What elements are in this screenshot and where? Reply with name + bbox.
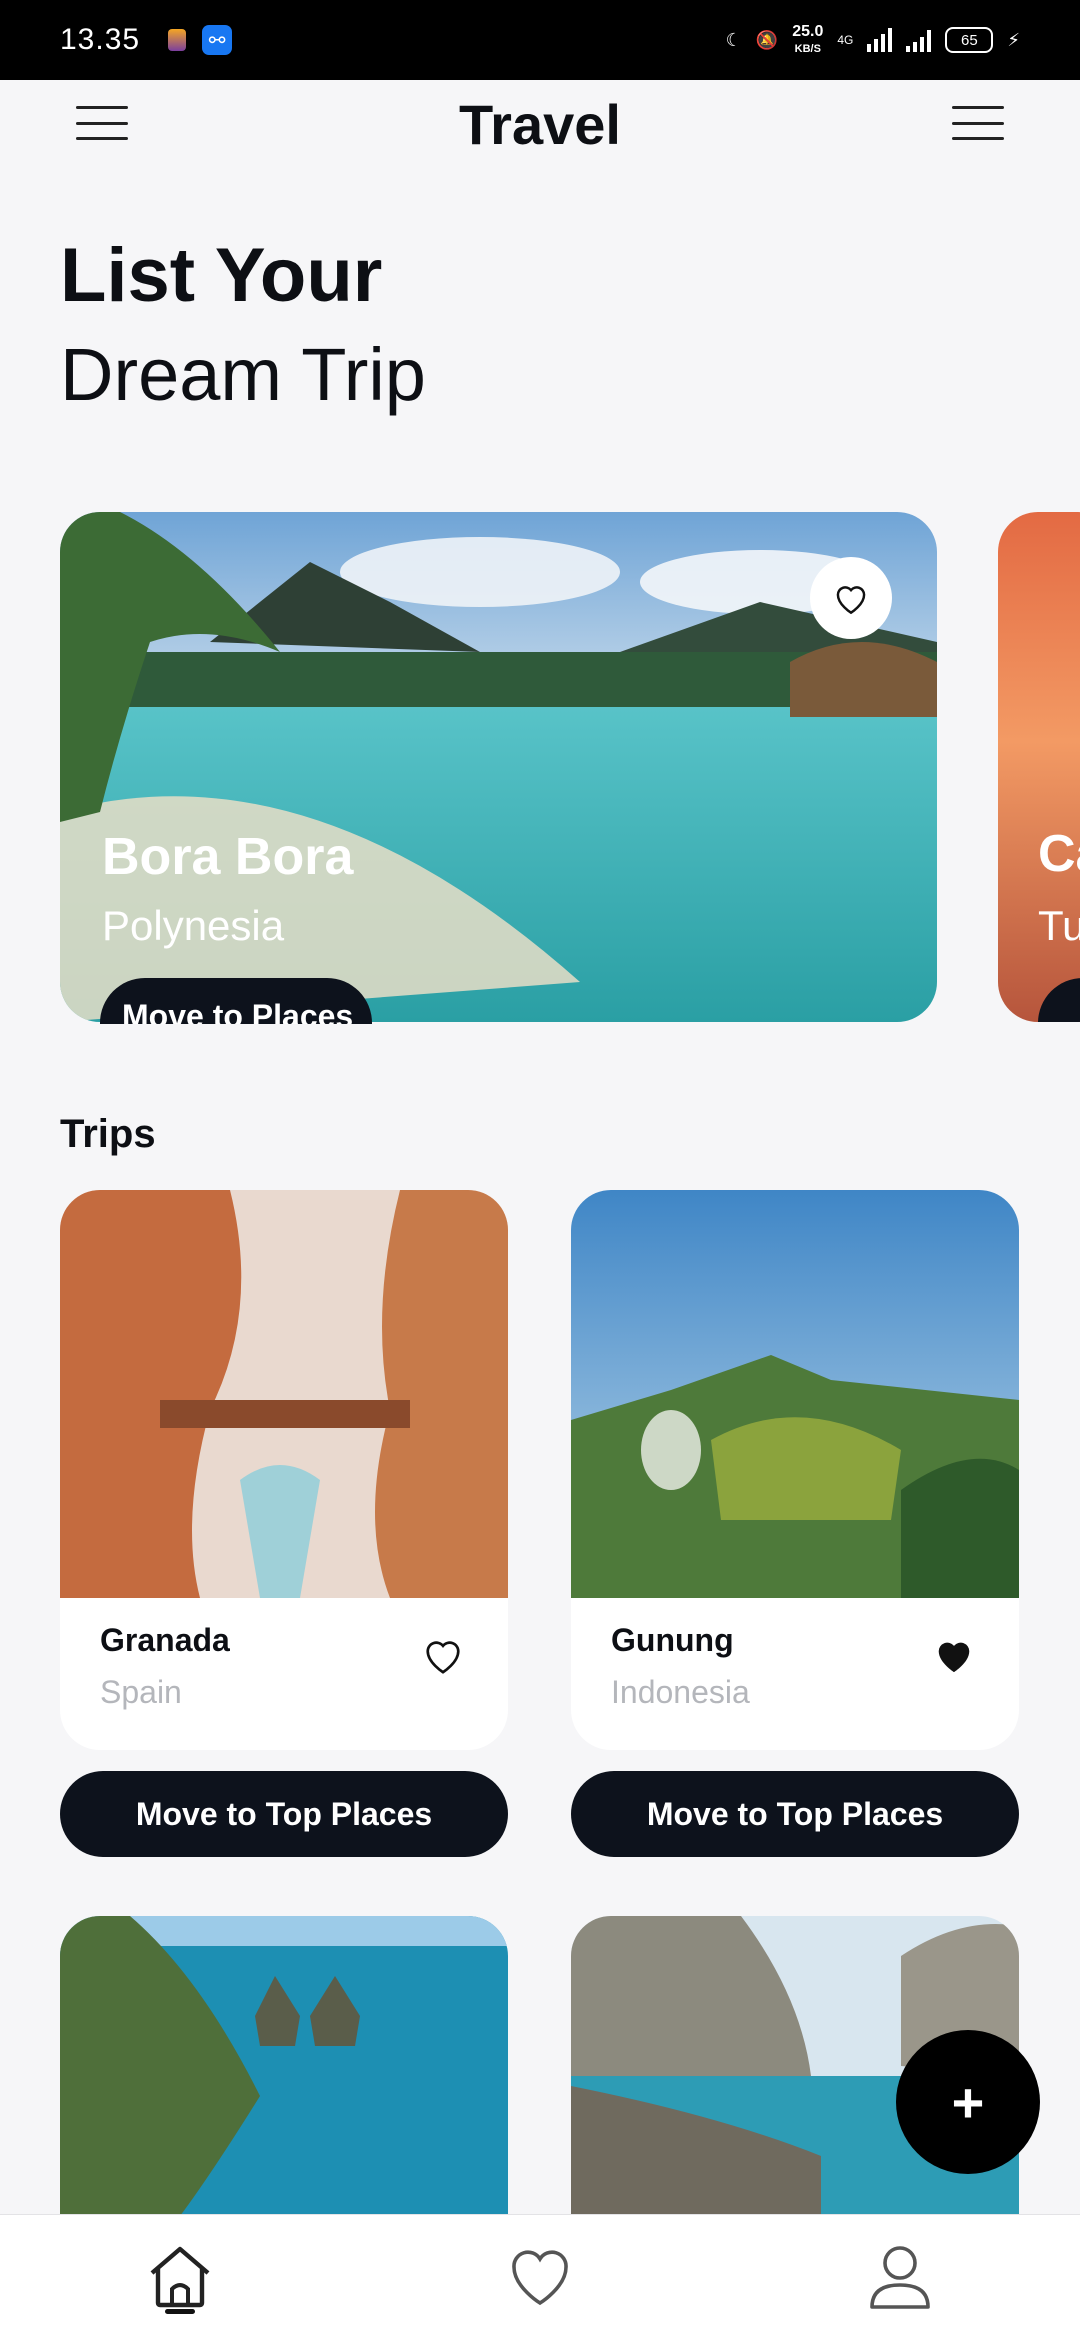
move-to-top-places-button[interactable]: Move to Top Places	[60, 1771, 508, 1857]
hero-subtitle: Dream Trip	[60, 333, 426, 416]
move-to-places-button[interactable]: Move to Places	[100, 978, 372, 1024]
muted-icon: 🔕	[755, 29, 779, 50]
trip-country: Spain	[100, 1674, 182, 1710]
moon-icon: ☾	[725, 29, 742, 50]
move-to-top-places-button[interactable]: Move to Top Places	[571, 1771, 1019, 1857]
add-button[interactable]: +	[896, 2030, 1040, 2174]
signal-icon-2	[906, 28, 932, 52]
trip-image	[571, 1190, 1019, 1598]
bottom-nav	[0, 2214, 1080, 2340]
trip-country: Indonesia	[611, 1674, 750, 1710]
trip-image	[60, 1190, 508, 1598]
app-notification-icon	[168, 29, 187, 51]
trip-name: Gunung	[611, 1622, 734, 1658]
trip-image	[60, 1916, 508, 2216]
featured-card[interactable]: Bora Bora Polynesia	[60, 512, 937, 1022]
trip-name: Granada	[100, 1622, 230, 1658]
status-icons: ☾ 🔕 25.0 KB/S 4G 65 ⚡	[725, 22, 1020, 57]
speed-unit: KB/S	[794, 42, 821, 55]
profile-icon[interactable]	[860, 2237, 940, 2317]
network-speed: 25.0 KB/S	[792, 22, 824, 57]
trip-card-gunung[interactable]: Gunung Indonesia	[571, 1190, 1019, 1750]
speed-value: 25.0	[792, 22, 824, 40]
section-title-trips: Trips	[60, 1112, 156, 1156]
heart-icon	[836, 586, 866, 615]
heart-filled-icon[interactable]	[931, 1634, 977, 1676]
page-title: Travel	[459, 93, 621, 156]
battery-icon: 65	[945, 27, 994, 53]
trip-card-partial[interactable]	[60, 1916, 508, 2216]
featured-place: Bora Bora	[102, 828, 354, 886]
status-time: 13.35	[60, 23, 141, 56]
charging-icon: ⚡	[1007, 29, 1020, 50]
next-place: Ca	[1038, 825, 1080, 883]
heart-icon[interactable]	[420, 1634, 466, 1676]
home-icon[interactable]	[140, 2237, 220, 2317]
next-featured-card[interactable]: Ca Tu	[998, 512, 1080, 1022]
network-type: 4G	[837, 33, 854, 47]
featured-region: Polynesia	[102, 902, 285, 949]
favorite-button[interactable]	[810, 557, 892, 639]
usb-icon: ⚯	[202, 25, 233, 55]
menu-icon-right[interactable]	[952, 106, 1004, 140]
app-header: Travel	[0, 80, 1080, 170]
heart-icon[interactable]	[500, 2237, 580, 2317]
trip-card-granada[interactable]: Granada Spain	[60, 1190, 508, 1750]
status-bar: 13.35 ⚯ ☾ 🔕 25.0 KB/S 4G 65 ⚡	[0, 0, 1080, 80]
next-region: Tu	[1038, 902, 1080, 949]
signal-icon	[867, 28, 893, 52]
active-tab-indicator	[165, 2309, 195, 2314]
next-move-button[interactable]	[1038, 978, 1080, 1022]
battery-level: 65	[961, 31, 978, 49]
hero-title: List Your	[60, 233, 383, 318]
